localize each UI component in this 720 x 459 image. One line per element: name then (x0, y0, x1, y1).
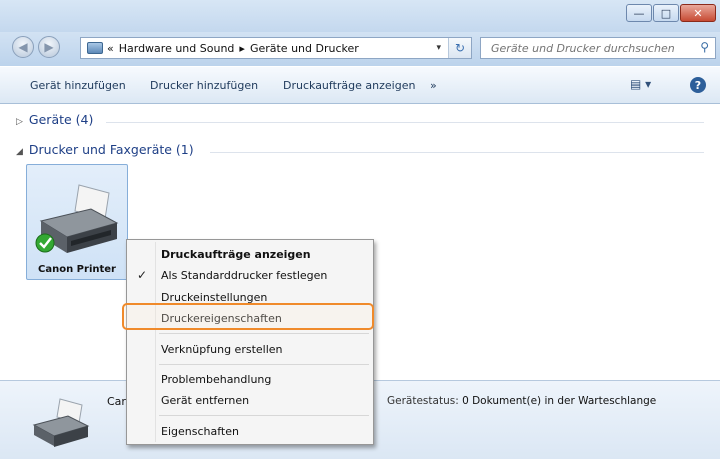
more-commands-button[interactable]: » (430, 79, 437, 92)
menu-separator (159, 415, 369, 416)
menu-item-create-shortcut[interactable]: Verknüpfung erstellen (161, 343, 283, 356)
menu-item-properties[interactable]: Eigenschaften (161, 425, 239, 438)
view-options-icon[interactable]: ▤ ▾ (630, 77, 651, 91)
forward-button[interactable]: ▶ (38, 36, 60, 58)
group-header-devices[interactable]: ▷ Geräte (4) (16, 112, 93, 127)
menu-separator (159, 364, 369, 365)
menu-item-troubleshoot[interactable]: Problembehandlung (161, 373, 271, 386)
maximize-button[interactable]: □ (653, 4, 679, 22)
window-controls: — □ ✕ (626, 4, 716, 22)
address-overflow-chevron[interactable]: « (107, 42, 114, 55)
breadcrumb-separator-icon[interactable]: ▸ (239, 42, 245, 55)
group-label-printers: Drucker und Faxgeräte (1) (28, 142, 194, 157)
breadcrumb-devices-printers[interactable]: Geräte und Drucker (250, 42, 359, 55)
check-icon: ✓ (137, 268, 148, 282)
group-header-printers[interactable]: ◢ Drucker und Faxgeräte (1) (16, 142, 194, 157)
printer-icon (35, 184, 119, 253)
printer-label: Canon Printer (38, 264, 116, 275)
explorer-window: — □ ✕ ◀ ▶ « Hardware und Sound ▸ Geräte … (0, 0, 720, 459)
navigation-bar: ◀ ▶ « Hardware und Sound ▸ Geräte und Dr… (0, 32, 720, 66)
search-icon[interactable]: ⚲ (700, 40, 709, 54)
collapse-arrow-icon[interactable]: ◢ (16, 147, 23, 157)
menu-separator (159, 333, 369, 334)
details-device-name: Car (107, 395, 126, 408)
printer-tile-selected[interactable]: Canon Printer (26, 164, 128, 280)
search-input[interactable] (489, 40, 683, 56)
command-bar: Gerät hinzufügen Drucker hinzufügen Druc… (0, 66, 720, 104)
group-divider (210, 152, 704, 153)
printer-icon (32, 398, 90, 447)
address-bar[interactable]: « Hardware und Sound ▸ Geräte und Drucke… (80, 37, 472, 59)
highlight-outline (122, 303, 374, 330)
add-printer-button[interactable]: Drucker hinzufügen (150, 79, 258, 92)
add-device-button[interactable]: Gerät hinzufügen (30, 79, 126, 92)
group-divider (106, 122, 704, 123)
address-dropdown-icon[interactable]: ▾ (436, 43, 441, 53)
back-button[interactable]: ◀ (12, 36, 34, 58)
control-panel-icon (87, 42, 103, 54)
status-value: 0 Dokument(e) in der Warteschlange (462, 395, 657, 407)
details-status: Gerätestatus: 0 Dokument(e) in der Warte… (387, 395, 656, 407)
expand-arrow-icon[interactable]: ▷ (16, 117, 23, 127)
minimize-button[interactable]: — (626, 4, 652, 22)
search-box[interactable]: ⚲ (480, 37, 716, 59)
breadcrumb-hardware-sound[interactable]: Hardware und Sound (119, 42, 235, 55)
context-menu: Druckaufträge anzeigen ✓ Als Standarddru… (126, 239, 374, 445)
group-label-devices: Geräte (4) (28, 112, 94, 127)
refresh-icon[interactable]: ↻ (448, 38, 471, 58)
title-bar: — □ ✕ (0, 0, 720, 32)
menu-item-set-default[interactable]: Als Standarddrucker festlegen (161, 269, 327, 282)
menu-item-remove-device[interactable]: Gerät entfernen (161, 394, 249, 407)
show-print-jobs-button[interactable]: Druckaufträge anzeigen (283, 79, 415, 92)
close-button[interactable]: ✕ (680, 4, 716, 22)
menu-item-show-print-jobs[interactable]: Druckaufträge anzeigen (161, 248, 311, 261)
status-label: Gerätestatus: (387, 395, 459, 407)
menu-gutter (155, 242, 156, 442)
help-icon[interactable]: ? (690, 77, 706, 93)
